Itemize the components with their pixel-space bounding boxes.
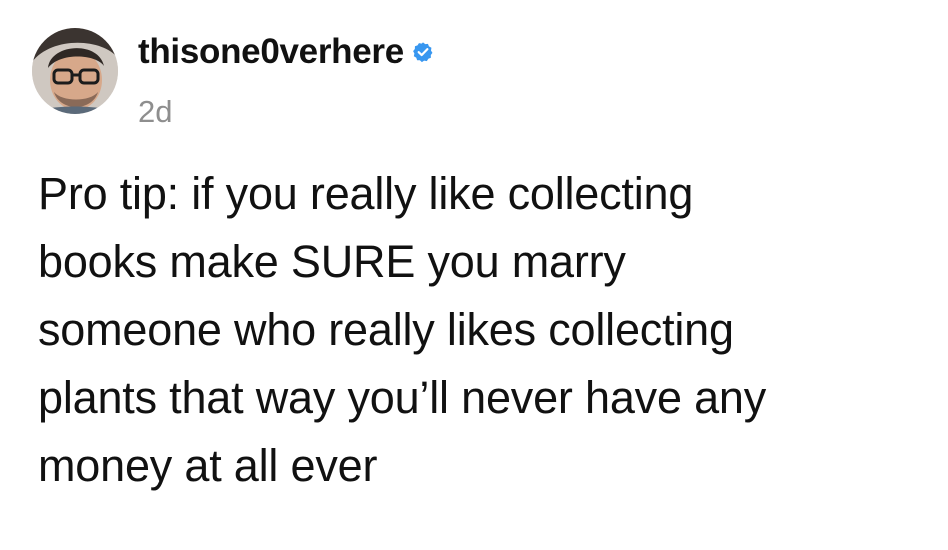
post-text-line: books make SURE you marry — [38, 236, 626, 287]
username[interactable]: thisone0verhere — [138, 32, 404, 72]
post-body: Pro tip: if you really like collecting b… — [38, 160, 918, 500]
post-text-line: plants that way you’ll never have any — [38, 372, 767, 423]
post-timestamp: 2d — [138, 94, 173, 129]
post-text-line: someone who really likes collecting — [38, 304, 734, 355]
social-post: thisone0verhere 2d Pro tip: if you reall… — [0, 0, 948, 550]
post-text-line: money at all ever — [38, 440, 378, 491]
username-row: thisone0verhere — [138, 30, 434, 74]
verified-badge-icon — [412, 41, 434, 63]
avatar[interactable] — [32, 28, 118, 114]
post-text-line: Pro tip: if you really like collecting — [38, 168, 694, 219]
avatar-photo — [32, 28, 118, 114]
